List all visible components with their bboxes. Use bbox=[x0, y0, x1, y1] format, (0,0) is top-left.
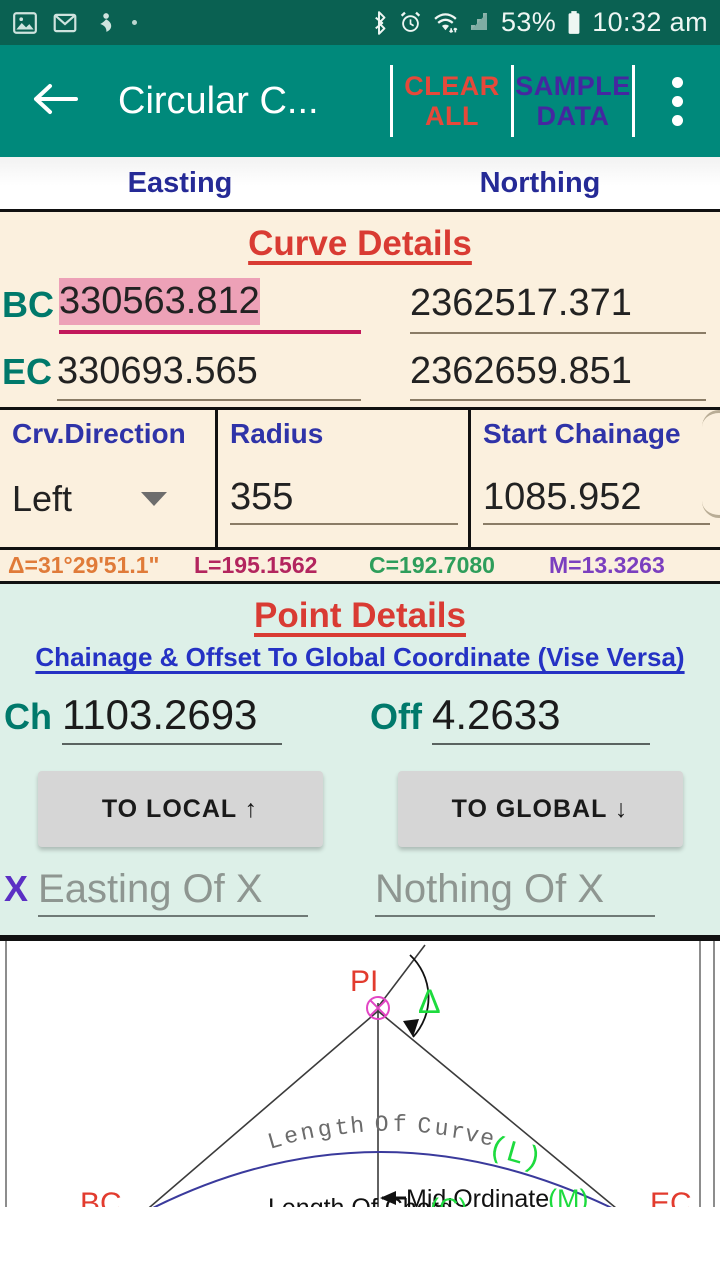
radius-input[interactable]: 355 bbox=[230, 476, 458, 526]
curve-direction-select[interactable]: Left bbox=[12, 478, 205, 520]
photos-icon bbox=[12, 10, 38, 36]
to-local-wrap: TO LOCAL ↑ bbox=[0, 771, 360, 848]
curve-parameters-table: Crv.Direction Left Radius 355 Start Chai… bbox=[0, 407, 720, 551]
svg-text:f: f bbox=[393, 1112, 409, 1138]
offset-cell: Off 4.2633 bbox=[370, 691, 720, 746]
back-arrow-icon bbox=[30, 79, 82, 124]
clear-all-line2: ALL bbox=[425, 101, 479, 131]
chainage-cell: Ch 1103.2693 bbox=[0, 691, 370, 746]
bc-easting-value: 330563.812 bbox=[59, 278, 260, 325]
x-easting-cell: X Easting Of X bbox=[0, 867, 375, 918]
offset-input[interactable]: 4.2633 bbox=[431, 691, 650, 746]
curve-results-strip: Δ=31°29'51.1" L=195.1562 C=192.7080 M=13… bbox=[0, 550, 720, 585]
sample-data-line2: DATA bbox=[536, 101, 610, 131]
x-northing-input[interactable]: Nothing Of X bbox=[375, 867, 655, 918]
sample-data-line1: SAMPLE bbox=[515, 70, 631, 101]
status-bar-right: 53% 10:32 am bbox=[369, 7, 708, 38]
svg-text:O: O bbox=[374, 1112, 391, 1139]
diagram-chord-label: Length Of Chord bbox=[268, 1194, 453, 1207]
status-bar-left bbox=[12, 10, 137, 36]
ec-northing-cell: 2362659.851 bbox=[375, 350, 720, 402]
bc-northing-input[interactable]: 2362517.371 bbox=[410, 282, 706, 334]
battery-icon bbox=[565, 10, 583, 36]
ec-easting-input[interactable]: 330693.565 bbox=[57, 350, 361, 402]
x-northing-cell: Nothing Of X bbox=[375, 867, 720, 918]
column-header-easting: Easting bbox=[127, 166, 233, 199]
svg-text:C: C bbox=[417, 1113, 435, 1140]
ec-row: EC 330693.565 2362659.851 bbox=[0, 340, 720, 408]
start-chainage-input[interactable]: 1085.952 bbox=[483, 476, 710, 526]
start-chainage-cell: Start Chainage 1085.952 bbox=[468, 410, 720, 548]
result-length: L=195.1562 bbox=[194, 552, 318, 579]
ec-easting-cell: EC 330693.565 bbox=[0, 350, 375, 402]
to-global-wrap: TO GLOBAL ↓ bbox=[360, 771, 720, 848]
clear-all-line1: CLEAR bbox=[404, 70, 500, 101]
start-chainage-label: Start Chainage bbox=[483, 418, 681, 450]
bc-easting-cell: BC 330563.812 bbox=[0, 278, 375, 334]
more-vertical-icon bbox=[672, 76, 683, 126]
chevron-down-icon bbox=[141, 492, 167, 507]
conversion-buttons-row: TO LOCAL ↑ TO GLOBAL ↓ bbox=[0, 749, 720, 863]
sample-data-button[interactable]: SAMPLE DATA bbox=[514, 45, 632, 157]
diagram-mid-symbol: (M) bbox=[548, 1184, 588, 1207]
to-local-button[interactable]: TO LOCAL ↑ bbox=[37, 771, 323, 848]
curve-diagram: Δ PI L e n g t h O f C u r v e (L) Mid O… bbox=[0, 935, 720, 1208]
offset-label: Off bbox=[370, 696, 422, 738]
x-coordinate-row: X Easting Of X Nothing Of X bbox=[0, 863, 720, 931]
bc-label: BC bbox=[2, 283, 54, 325]
overflow-menu-button[interactable] bbox=[635, 45, 720, 157]
bc-row: BC 330563.812 2362517.371 bbox=[0, 270, 720, 340]
point-details-subtitle: Chainage & Offset To Global Coordinate (… bbox=[35, 642, 685, 673]
clock-time: 10:32 am bbox=[592, 7, 708, 37]
result-delta: Δ=31°29'51.1" bbox=[8, 552, 160, 579]
diagram-bc-label: BC bbox=[80, 1187, 122, 1207]
bc-easting-input[interactable]: 330563.812 bbox=[59, 278, 361, 334]
gmail-icon bbox=[52, 10, 78, 36]
back-button[interactable] bbox=[0, 45, 112, 157]
curve-direction-cell: Crv.Direction Left bbox=[0, 410, 215, 547]
person-icon bbox=[92, 10, 118, 36]
point-details-panel: Point Details Chainage & Offset To Globa… bbox=[0, 584, 720, 936]
chainage-input[interactable]: 1103.2693 bbox=[62, 691, 282, 746]
signal-icon bbox=[468, 10, 492, 36]
column-header-row: Easting Northing bbox=[0, 157, 720, 212]
result-chord: C=192.7080 bbox=[369, 552, 495, 579]
diagram-pi-label: PI bbox=[350, 965, 378, 998]
radius-label: Radius bbox=[230, 418, 324, 450]
to-global-button[interactable]: TO GLOBAL ↓ bbox=[397, 771, 683, 848]
x-easting-input[interactable]: Easting Of X bbox=[38, 867, 309, 918]
diagram-chord-symbol: (C) bbox=[430, 1193, 467, 1207]
alarm-icon bbox=[398, 10, 424, 36]
wifi-icon bbox=[433, 10, 459, 36]
svg-text:h: h bbox=[349, 1113, 367, 1141]
dot-icon bbox=[132, 20, 137, 25]
app-bar: Circular C... CLEAR ALL SAMPLE DATA bbox=[0, 45, 720, 157]
chainage-offset-row: Ch 1103.2693 Off 4.2633 bbox=[0, 687, 720, 749]
diagram-ec-label: EC bbox=[650, 1187, 692, 1207]
clear-all-button[interactable]: CLEAR ALL bbox=[393, 45, 511, 157]
point-details-title: Point Details bbox=[254, 596, 466, 636]
bc-northing-cell: 2362517.371 bbox=[375, 282, 720, 334]
status-bar: 53% 10:32 am bbox=[0, 0, 720, 45]
result-mid-ordinate: M=13.3263 bbox=[549, 552, 665, 579]
x-label: X bbox=[4, 868, 29, 910]
page-title: Circular C... bbox=[118, 79, 319, 122]
curve-details-title: Curve Details bbox=[248, 224, 472, 263]
curve-direction-value: Left bbox=[12, 478, 73, 520]
ec-label: EC bbox=[2, 351, 53, 393]
ec-northing-input[interactable]: 2362659.851 bbox=[410, 350, 706, 402]
curve-details-panel: Curve Details BC 330563.812 2362517.371 … bbox=[0, 212, 720, 585]
chainage-label: Ch bbox=[4, 696, 52, 738]
curve-direction-label: Crv.Direction bbox=[12, 418, 186, 450]
diagram-delta-label: Δ bbox=[418, 983, 441, 1021]
battery-percent: 53% bbox=[500, 7, 557, 37]
radius-cell: Radius 355 bbox=[215, 410, 468, 548]
column-header-northing: Northing bbox=[479, 166, 601, 199]
bluetooth-icon bbox=[369, 10, 389, 36]
curve-diagram-svg: Δ PI L e n g t h O f C u r v e (L) Mid O… bbox=[0, 941, 720, 1208]
